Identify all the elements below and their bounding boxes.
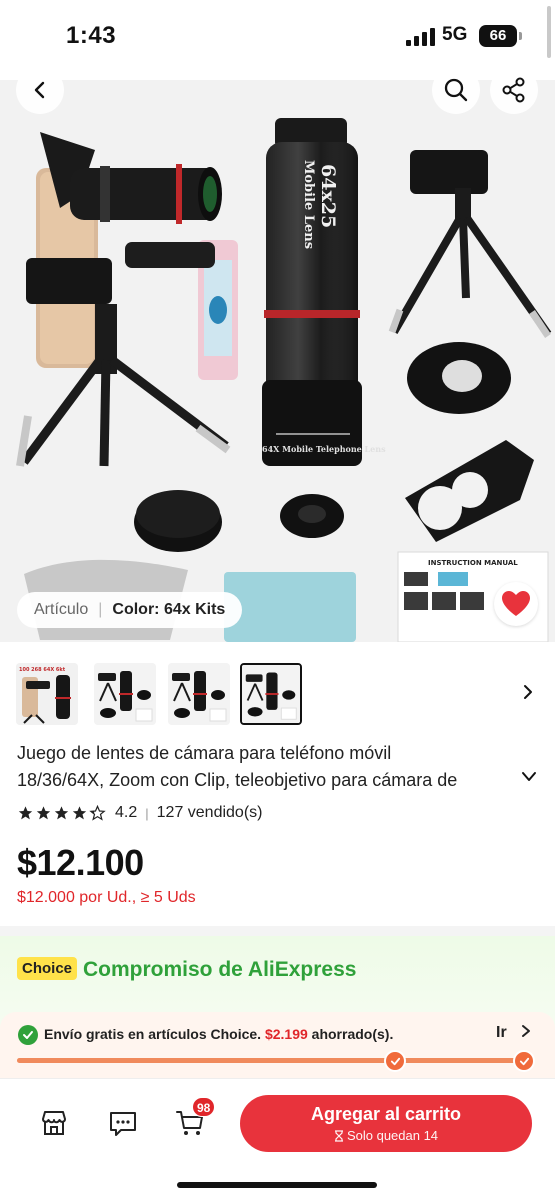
product-price: $12.100 xyxy=(17,842,144,883)
star-icon xyxy=(36,806,51,820)
signal-icon xyxy=(406,28,435,46)
shipping-label: Envío gratis en artículos Choice. xyxy=(44,1026,262,1042)
product-image[interactable]: Mobile Lens 64x25 64X Mobile Telephone L… xyxy=(0,80,555,642)
thumbnail-strip: 100 268 64X 6kt xyxy=(16,660,546,726)
star-icon xyxy=(72,806,87,820)
variant-chip-label: Artículo xyxy=(34,601,89,618)
section-divider xyxy=(0,926,555,936)
hourglass-icon xyxy=(334,1129,343,1142)
heart-icon xyxy=(502,591,530,616)
thumbnail-3[interactable] xyxy=(168,663,230,725)
product-photo: Mobile Lens 64x25 64X Mobile Telephone L… xyxy=(16,118,552,642)
chevron-right-icon xyxy=(522,1025,531,1037)
go-label: Ir xyxy=(496,1024,507,1041)
thumbnail-2[interactable] xyxy=(94,663,156,725)
savings-progress-fill xyxy=(17,1058,527,1063)
shipping-text: Envío gratis en artículos Choice. $2.199… xyxy=(44,1026,393,1042)
stock-note-text: Solo quedan 14 xyxy=(346,1128,439,1143)
chevron-right-icon[interactable] xyxy=(518,682,538,702)
search-icon xyxy=(444,78,468,102)
chip-separator: | xyxy=(98,601,103,618)
lens-text-3: 64X Mobile Telephone Lens xyxy=(262,444,386,454)
variant-chip-value: Color: 64x Kits xyxy=(112,601,226,618)
home-indicator xyxy=(177,1182,377,1188)
lens-text-1: Mobile Lens xyxy=(301,160,316,249)
status-time: 1:43 xyxy=(66,22,117,49)
scroll-indicator xyxy=(547,6,551,58)
sold-count: 127 vendido(s) xyxy=(156,804,263,821)
stock-note: Solo quedan 14 xyxy=(334,1128,438,1143)
lens-text-2: 64x25 xyxy=(317,164,339,228)
manual-title: INSTRUCTION MANUAL xyxy=(428,559,518,567)
choice-commitment-section: Choice Compromiso de AliExpress Envío gr… xyxy=(0,936,555,1096)
wishlist-button[interactable] xyxy=(494,582,538,626)
thumbnail-4-selected[interactable] xyxy=(240,663,302,725)
add-to-cart-label: Agregar al carrito xyxy=(310,1104,462,1124)
cart-count-badge: 98 xyxy=(192,1097,216,1117)
milestone-check-icon xyxy=(384,1050,406,1072)
status-bar: 1:43 5G 66 xyxy=(0,0,555,80)
share-icon xyxy=(502,77,525,103)
star-icon xyxy=(18,806,33,820)
bulk-price: $12.000 por Ud., ≥ 5 Uds xyxy=(17,889,196,906)
search-button[interactable] xyxy=(432,66,480,114)
store-icon[interactable] xyxy=(38,1107,70,1139)
choice-title[interactable]: Compromiso de AliExpress xyxy=(83,958,356,982)
rating-value: 4.2 xyxy=(115,804,138,821)
rating-row[interactable]: 4.2 | 127 vendido(s) xyxy=(17,803,262,823)
choice-badge: Choice xyxy=(17,957,78,980)
half-star-icon xyxy=(89,805,106,821)
chat-icon[interactable] xyxy=(107,1107,139,1139)
thumbnail-1[interactable]: 100 268 64X 6kt xyxy=(16,663,78,725)
go-button[interactable]: Ir xyxy=(496,1024,533,1042)
product-title-line-2: 18/36/64X, Zoom con Clip, teleobjetivo p… xyxy=(17,770,458,790)
add-to-cart-button[interactable]: Agregar al carrito Solo quedan 14 xyxy=(240,1095,532,1152)
share-button[interactable] xyxy=(490,66,538,114)
back-button[interactable] xyxy=(16,66,64,114)
chevron-left-icon xyxy=(34,81,45,99)
saved-amount: $2.199 xyxy=(264,1026,308,1042)
saved-label: ahorrado(s). xyxy=(311,1026,394,1042)
product-title[interactable]: Juego de lentes de cámara para teléfono … xyxy=(17,740,517,794)
milestone-check-icon xyxy=(513,1050,535,1072)
rating-stars xyxy=(17,805,106,821)
check-circle-icon xyxy=(18,1025,38,1045)
thumb-badge: 100 268 64X 6kt xyxy=(19,667,66,673)
chevron-down-icon[interactable] xyxy=(520,770,538,784)
star-icon xyxy=(54,806,69,820)
savings-progress-bar xyxy=(17,1050,535,1072)
variant-chip[interactable]: Artículo | Color: 64x Kits xyxy=(17,592,243,628)
product-title-line-1: Juego de lentes de cámara para teléfono … xyxy=(17,743,392,763)
network-type: 5G xyxy=(442,24,468,45)
rating-separator: | xyxy=(145,805,149,821)
battery-icon: 66 xyxy=(479,25,522,47)
